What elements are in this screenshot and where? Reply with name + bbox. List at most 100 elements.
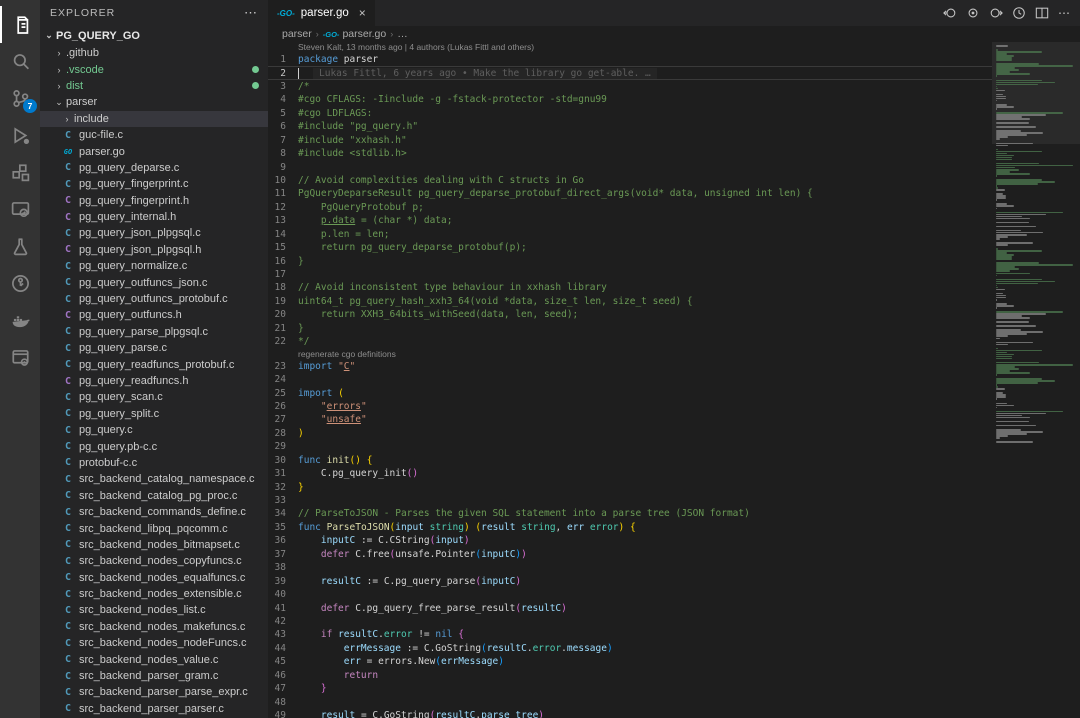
tree-item-include[interactable]: ›include <box>40 111 268 127</box>
code-line-3[interactable]: 3/* <box>268 80 992 93</box>
code-line-33[interactable]: 33 <box>268 494 992 507</box>
code-line-46[interactable]: 46 return <box>268 669 992 682</box>
tree-item-pg_query_json_plpgsql.h[interactable]: Cpg_query_json_plpgsql.h <box>40 242 268 258</box>
code-line-4[interactable]: 4#cgo CFLAGS: -Iinclude -g -fstack-prote… <box>268 93 992 106</box>
line-number[interactable]: 4 <box>268 93 298 106</box>
code-line-6[interactable]: 6#include "pg_query.h" <box>268 120 992 133</box>
tree-item-.github[interactable]: ›.github <box>40 45 268 61</box>
line-number[interactable]: 27 <box>268 413 298 426</box>
code-line-12[interactable]: 12 PgQueryProtobuf p; <box>268 201 992 214</box>
prev-change-icon[interactable] <box>943 6 957 20</box>
line-number[interactable]: 12 <box>268 201 298 214</box>
code-line-18[interactable]: 18// Avoid inconsistent type behaviour i… <box>268 281 992 294</box>
tree-item-pg_query.c[interactable]: Cpg_query.c <box>40 422 268 438</box>
tree-item-src_backend_nodes_extensible.c[interactable]: Csrc_backend_nodes_extensible.c <box>40 586 268 602</box>
tree-item-src_backend_nodes_bitmapset.c[interactable]: Csrc_backend_nodes_bitmapset.c <box>40 537 268 553</box>
activity-item-docker[interactable] <box>0 302 40 339</box>
code-line-10[interactable]: 10// Avoid complexities dealing with C s… <box>268 174 992 187</box>
activity-item-testing[interactable] <box>0 228 40 265</box>
line-number[interactable]: 25 <box>268 387 298 400</box>
tree-item-src_backend_parser_gram.c[interactable]: Csrc_backend_parser_gram.c <box>40 668 268 684</box>
line-number[interactable]: 31 <box>268 467 298 480</box>
code-line-17[interactable]: 17 <box>268 268 992 281</box>
line-number[interactable]: 37 <box>268 548 298 561</box>
code-line-38[interactable]: 38 <box>268 561 992 574</box>
line-number[interactable]: 41 <box>268 602 298 615</box>
activity-item-source-control[interactable]: 7 <box>0 80 40 117</box>
code-line-49[interactable]: 49 result = C.GoString(resultC.parse_tre… <box>268 709 992 718</box>
code-line-20[interactable]: 20 return XXH3_64bits_withSeed(data, len… <box>268 308 992 321</box>
line-number[interactable]: 48 <box>268 696 298 709</box>
code-line-36[interactable]: 36 inputC := C.CString(input) <box>268 534 992 547</box>
activity-item-search[interactable] <box>0 43 40 80</box>
line-number[interactable]: 11 <box>268 187 298 200</box>
tree-item-pg_query_scan.c[interactable]: Cpg_query_scan.c <box>40 389 268 405</box>
code-line-40[interactable]: 40 <box>268 588 992 601</box>
codelens-label[interactable]: regenerate cgo definitions <box>298 349 396 360</box>
line-number[interactable]: 9 <box>268 161 298 174</box>
code-line-32[interactable]: 32} <box>268 481 992 494</box>
line-number[interactable]: 8 <box>268 147 298 160</box>
activity-item-run-debug[interactable] <box>0 117 40 154</box>
minimap[interactable] <box>992 42 1080 718</box>
code-line-42[interactable]: 42 <box>268 615 992 628</box>
code-line-15[interactable]: 15 return pg_query_deparse_protobuf(p); <box>268 241 992 254</box>
line-number[interactable]: 13 <box>268 214 298 227</box>
line-number[interactable]: 44 <box>268 642 298 655</box>
tree-item-src_backend_nodes_list.c[interactable]: Csrc_backend_nodes_list.c <box>40 602 268 618</box>
line-number[interactable]: 35 <box>268 521 298 534</box>
line-number[interactable]: 33 <box>268 494 298 507</box>
line-number[interactable]: 42 <box>268 615 298 628</box>
tree-item-pg_query_parse_plpgsql.c[interactable]: Cpg_query_parse_plpgsql.c <box>40 324 268 340</box>
line-number[interactable]: 29 <box>268 440 298 453</box>
tree-root[interactable]: ⌄PG_QUERY_GO <box>40 26 268 45</box>
code-line-1[interactable]: 1package parser <box>268 53 992 66</box>
code-line-47[interactable]: 47 } <box>268 682 992 695</box>
tree-item-src_backend_libpq_pqcomm.c[interactable]: Csrc_backend_libpq_pqcomm.c <box>40 520 268 536</box>
line-number[interactable]: 26 <box>268 400 298 413</box>
code-line-45[interactable]: 45 err = errors.New(errMessage) <box>268 655 992 668</box>
tree-item-pg_query_outfuncs_protobuf.c[interactable]: Cpg_query_outfuncs_protobuf.c <box>40 291 268 307</box>
code-line-9[interactable]: 9 <box>268 161 992 174</box>
tree-item-src_backend_nodes_nodeFuncs.c[interactable]: Csrc_backend_nodes_nodeFuncs.c <box>40 635 268 651</box>
code-line-24[interactable]: 24 <box>268 373 992 386</box>
code-line-28[interactable]: 28) <box>268 427 992 440</box>
line-number[interactable]: 19 <box>268 295 298 308</box>
line-number[interactable]: 6 <box>268 120 298 133</box>
line-number[interactable]: 17 <box>268 268 298 281</box>
code-line-7[interactable]: 7#include "xxhash.h" <box>268 134 992 147</box>
line-number[interactable]: 16 <box>268 255 298 268</box>
tree-item-src_backend_nodes_value.c[interactable]: Csrc_backend_nodes_value.c <box>40 651 268 667</box>
tree-item-src_backend_nodes_makefuncs.c[interactable]: Csrc_backend_nodes_makefuncs.c <box>40 619 268 635</box>
activity-item-gitlens[interactable] <box>0 265 40 302</box>
tree-item-pg_query_split.c[interactable]: Cpg_query_split.c <box>40 406 268 422</box>
code-line-16[interactable]: 16} <box>268 255 992 268</box>
line-number[interactable]: 36 <box>268 534 298 547</box>
line-number[interactable]: 45 <box>268 655 298 668</box>
tree-item-src_backend_nodes_copyfuncs.c[interactable]: Csrc_backend_nodes_copyfuncs.c <box>40 553 268 569</box>
codelens-label[interactable]: Steven Kalt, 13 months ago | 4 authors (… <box>298 42 534 53</box>
tree-item-pg_query_internal.h[interactable]: Cpg_query_internal.h <box>40 209 268 225</box>
line-number[interactable]: 46 <box>268 669 298 682</box>
code-line-27[interactable]: 27 "unsafe" <box>268 413 992 426</box>
code-line-41[interactable]: 41 defer C.pg_query_free_parse_result(re… <box>268 602 992 615</box>
line-number[interactable]: 28 <box>268 427 298 440</box>
code-line-2[interactable]: 2Lukas Fittl, 6 years ago • Make the lib… <box>268 66 992 79</box>
split-editor-icon[interactable] <box>1035 6 1049 20</box>
line-number[interactable]: 10 <box>268 174 298 187</box>
activity-item-explorer[interactable] <box>0 6 40 43</box>
code-line-48[interactable]: 48 <box>268 696 992 709</box>
tree-item-src_backend_nodes_equalfuncs.c[interactable]: Csrc_backend_nodes_equalfuncs.c <box>40 570 268 586</box>
code-line-37[interactable]: 37 defer C.free(unsafe.Pointer(inputC)) <box>268 548 992 561</box>
tree-item-src_backend_catalog_pg_proc.c[interactable]: Csrc_backend_catalog_pg_proc.c <box>40 488 268 504</box>
line-number[interactable]: 5 <box>268 107 298 120</box>
code-line-8[interactable]: 8#include <stdlib.h> <box>268 147 992 160</box>
tree-item-parser[interactable]: ⌄parser <box>40 94 268 110</box>
tree-item-pg_query_readfuncs_protobuf.c[interactable]: Cpg_query_readfuncs_protobuf.c <box>40 356 268 372</box>
tree-item-src_backend_parser_parse_expr.c[interactable]: Csrc_backend_parser_parse_expr.c <box>40 684 268 700</box>
explorer-more-actions-icon[interactable]: ⋯ <box>244 5 258 21</box>
line-number[interactable]: 2 <box>268 67 298 78</box>
next-change-icon[interactable] <box>989 6 1003 20</box>
tree-item-parser.go[interactable]: GOparser.go <box>40 143 268 159</box>
line-number[interactable]: 32 <box>268 481 298 494</box>
